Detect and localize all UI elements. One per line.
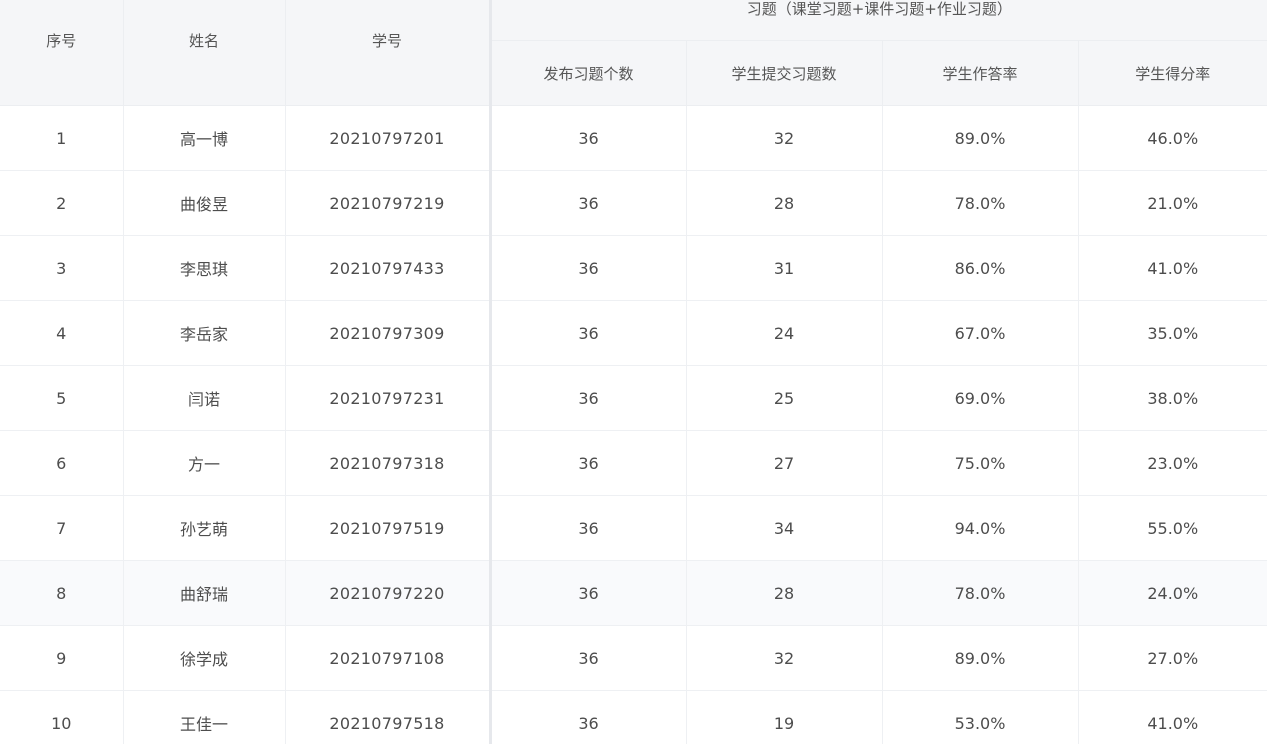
table-row[interactable]: 5 闫诺 20210797231 36 25 69.0% 38.0%	[0, 365, 1267, 431]
cell-name: 徐学成	[123, 625, 286, 691]
cell-published-count: 36	[490, 105, 687, 171]
cell-index: 8	[0, 560, 124, 626]
cell-score-rate: 24.0%	[1078, 560, 1267, 626]
table-viewport: 序号 姓名 学号 习题（课堂习题+课件习题+作业习题） 发布习题个数 学生提交习…	[0, 0, 1267, 744]
cell-score-rate: 27.0%	[1078, 625, 1267, 691]
cell-submitted-count: 28	[686, 170, 883, 236]
cell-submitted-count: 31	[686, 235, 883, 301]
cell-published-count: 36	[490, 625, 687, 691]
cell-score-rate: 35.0%	[1078, 300, 1267, 366]
header-score-rate: 学生得分率	[1078, 40, 1267, 106]
table-header: 序号 姓名 学号 习题（课堂习题+课件习题+作业习题） 发布习题个数 学生提交习…	[0, 0, 1267, 106]
cell-answer-rate: 53.0%	[882, 690, 1079, 744]
cell-index: 7	[0, 495, 124, 561]
cell-name: 方一	[123, 430, 286, 496]
cell-name: 李思琪	[123, 235, 286, 301]
cell-published-count: 36	[490, 495, 687, 561]
cell-index: 4	[0, 300, 124, 366]
cell-answer-rate: 75.0%	[882, 430, 1079, 496]
cell-name: 高一博	[123, 105, 286, 171]
cell-score-rate: 38.0%	[1078, 365, 1267, 431]
cell-answer-rate: 69.0%	[882, 365, 1079, 431]
cell-published-count: 36	[490, 170, 687, 236]
cell-answer-rate: 67.0%	[882, 300, 1079, 366]
cell-answer-rate: 78.0%	[882, 560, 1079, 626]
cell-student-id: 20210797433	[285, 235, 492, 301]
cell-student-id: 20210797518	[285, 690, 492, 744]
table-row[interactable]: 7 孙艺萌 20210797519 36 34 94.0% 55.0%	[0, 495, 1267, 561]
cell-name: 曲俊昱	[123, 170, 286, 236]
cell-score-rate: 41.0%	[1078, 690, 1267, 744]
cell-answer-rate: 86.0%	[882, 235, 1079, 301]
cell-index: 2	[0, 170, 124, 236]
table-row[interactable]: 8 曲舒瑞 20210797220 36 28 78.0% 24.0%	[0, 560, 1267, 626]
cell-submitted-count: 25	[686, 365, 883, 431]
table-row[interactable]: 9 徐学成 20210797108 36 32 89.0% 27.0%	[0, 625, 1267, 691]
table-body: 1 高一博 20210797201 36 32 89.0% 46.0% 2 曲俊昱 2021079…	[0, 105, 1267, 744]
cell-submitted-count: 19	[686, 690, 883, 744]
cell-published-count: 36	[490, 690, 687, 744]
header-answer-rate: 学生作答率	[882, 40, 1079, 106]
header-submitted-count: 学生提交习题数	[686, 40, 883, 106]
cell-score-rate: 21.0%	[1078, 170, 1267, 236]
cell-index: 6	[0, 430, 124, 496]
cell-index: 3	[0, 235, 124, 301]
cell-score-rate: 55.0%	[1078, 495, 1267, 561]
cell-index: 10	[0, 690, 124, 744]
cell-published-count: 36	[490, 235, 687, 301]
cell-student-id: 20210797519	[285, 495, 492, 561]
cell-answer-rate: 78.0%	[882, 170, 1079, 236]
cell-name: 闫诺	[123, 365, 286, 431]
cell-submitted-count: 28	[686, 560, 883, 626]
cell-index: 1	[0, 105, 124, 171]
cell-student-id: 20210797220	[285, 560, 492, 626]
cell-score-rate: 41.0%	[1078, 235, 1267, 301]
cell-score-rate: 23.0%	[1078, 430, 1267, 496]
table-row[interactable]: 10 王佳一 20210797518 36 19 53.0% 41.0%	[0, 690, 1267, 744]
cell-published-count: 36	[490, 430, 687, 496]
cell-answer-rate: 89.0%	[882, 625, 1079, 691]
cell-answer-rate: 94.0%	[882, 495, 1079, 561]
cell-published-count: 36	[490, 300, 687, 366]
header-student-id: 学号	[285, 0, 492, 106]
table-row[interactable]: 4 李岳家 20210797309 36 24 67.0% 35.0%	[0, 300, 1267, 366]
cell-student-id: 20210797309	[285, 300, 492, 366]
cell-index: 5	[0, 365, 124, 431]
cell-submitted-count: 32	[686, 105, 883, 171]
table-row[interactable]: 3 李思琪 20210797433 36 31 86.0% 41.0%	[0, 235, 1267, 301]
cell-submitted-count: 24	[686, 300, 883, 366]
cell-submitted-count: 27	[686, 430, 883, 496]
cell-published-count: 36	[490, 365, 687, 431]
header-published-count: 发布习题个数	[490, 40, 687, 106]
cell-student-id: 20210797231	[285, 365, 492, 431]
cell-name: 王佳一	[123, 690, 286, 744]
table-row[interactable]: 6 方一 20210797318 36 27 75.0% 23.0%	[0, 430, 1267, 496]
header-index: 序号	[0, 0, 124, 106]
cell-student-id: 20210797108	[285, 625, 492, 691]
cell-published-count: 36	[490, 560, 687, 626]
table-row[interactable]: 2 曲俊昱 20210797219 36 28 78.0% 21.0%	[0, 170, 1267, 236]
cell-student-id: 20210797318	[285, 430, 492, 496]
student-exercise-table: 序号 姓名 学号 习题（课堂习题+课件习题+作业习题） 发布习题个数 学生提交习…	[0, 0, 1267, 744]
cell-submitted-count: 34	[686, 495, 883, 561]
cell-answer-rate: 89.0%	[882, 105, 1079, 171]
header-name: 姓名	[123, 0, 286, 106]
cell-student-id: 20210797201	[285, 105, 492, 171]
cell-name: 李岳家	[123, 300, 286, 366]
cell-score-rate: 46.0%	[1078, 105, 1267, 171]
cell-submitted-count: 32	[686, 625, 883, 691]
table-row[interactable]: 1 高一博 20210797201 36 32 89.0% 46.0%	[0, 105, 1267, 171]
cell-student-id: 20210797219	[285, 170, 492, 236]
cell-name: 曲舒瑞	[123, 560, 286, 626]
cell-index: 9	[0, 625, 124, 691]
cell-name: 孙艺萌	[123, 495, 286, 561]
header-exercise-group: 习题（课堂习题+课件习题+作业习题）	[490, 0, 1267, 41]
